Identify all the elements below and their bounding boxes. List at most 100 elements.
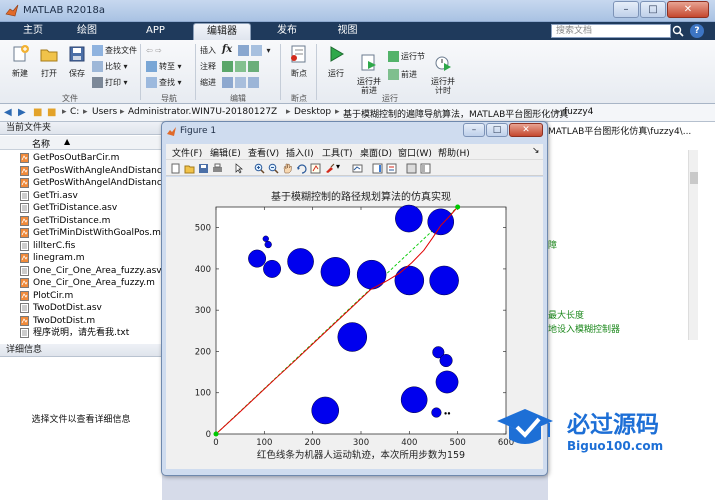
nav-back-forward[interactable]: ⇦ ⇨ bbox=[146, 44, 162, 57]
run-play-icon bbox=[330, 46, 344, 62]
editor-scrollbar[interactable] bbox=[688, 150, 698, 340]
tab-view[interactable]: 视图 bbox=[320, 23, 375, 40]
open-button[interactable]: 打开 bbox=[36, 44, 62, 79]
breadcrumb-fuzzy4[interactable]: fuzzy4 bbox=[564, 107, 593, 117]
menu-window[interactable]: 窗口(W) bbox=[398, 146, 432, 159]
tab-plots[interactable]: 绘图 bbox=[62, 23, 112, 40]
show-plot-tools-icon[interactable] bbox=[420, 163, 431, 174]
link-plot-icon[interactable] bbox=[352, 163, 363, 174]
new-figure-icon[interactable] bbox=[170, 163, 181, 174]
group-label-file: 文件 bbox=[62, 94, 78, 103]
file-row[interactable]: GetTriMinDistWithGoalPos.m bbox=[0, 227, 162, 239]
file-row[interactable]: TwoDotDist.m bbox=[0, 315, 162, 327]
goto-button[interactable]: 转至 ▾ bbox=[146, 60, 182, 73]
brush-icon[interactable] bbox=[324, 163, 335, 174]
obstacle-circle bbox=[320, 257, 351, 287]
zoom-in-icon[interactable] bbox=[254, 163, 265, 174]
print-icon bbox=[92, 77, 103, 88]
save-button[interactable]: 保存 bbox=[64, 44, 90, 79]
back-arrow-icon[interactable]: ◀ bbox=[4, 107, 16, 119]
breakpoints-button[interactable]: 断点 bbox=[286, 44, 312, 79]
file-row[interactable]: GetTriDistance.asv bbox=[0, 202, 162, 214]
search-input[interactable]: 搜索文档 bbox=[551, 24, 671, 38]
file-row[interactable]: GetPosOutBarCir.m bbox=[0, 152, 162, 164]
save-figure-icon[interactable] bbox=[198, 163, 209, 174]
run-button[interactable]: 运行 bbox=[322, 44, 350, 79]
figure-close-button[interactable]: ✕ bbox=[509, 123, 543, 137]
tab-publish[interactable]: 发布 bbox=[262, 23, 312, 40]
brush-dropdown-icon[interactable]: ▾ bbox=[336, 162, 340, 171]
file-txt-icon bbox=[20, 328, 29, 338]
menu-edit[interactable]: 编辑(E) bbox=[210, 146, 241, 159]
run-section-button[interactable]: 运行节 bbox=[388, 50, 425, 63]
scrollbar-thumb[interactable] bbox=[690, 172, 698, 184]
print-button[interactable]: 打印 ▾ bbox=[92, 76, 128, 89]
tab-editor[interactable]: 编辑器 bbox=[193, 23, 251, 40]
menu-file[interactable]: 文件(F) bbox=[172, 146, 202, 159]
breadcrumb-drive[interactable]: C: bbox=[70, 107, 79, 117]
hide-plot-tools-icon[interactable] bbox=[406, 163, 417, 174]
file-row[interactable]: GetTri.asv bbox=[0, 190, 162, 202]
zoom-out-icon[interactable] bbox=[268, 163, 279, 174]
compare-icon bbox=[92, 61, 103, 72]
close-button[interactable]: ✕ bbox=[667, 1, 709, 18]
menu-help[interactable]: 帮助(H) bbox=[438, 146, 470, 159]
obstacle-circle bbox=[435, 370, 459, 394]
file-row[interactable]: TwoDotDist.asv bbox=[0, 302, 162, 314]
breadcrumb-users[interactable]: Users bbox=[92, 107, 117, 117]
compare-button[interactable]: 比较 ▾ bbox=[92, 60, 128, 73]
advance-button[interactable]: 前进 bbox=[388, 68, 417, 81]
open-file-icon[interactable] bbox=[184, 163, 195, 174]
breadcrumb-desktop[interactable]: Desktop bbox=[294, 107, 331, 117]
file-row[interactable]: GetPosWithAngelAndDistance.m bbox=[0, 177, 179, 189]
find-file-button[interactable]: 查找文件 bbox=[92, 44, 137, 57]
forward-arrow-icon[interactable]: ▶ bbox=[18, 107, 30, 119]
menu-desktop[interactable]: 桌面(D) bbox=[360, 146, 392, 159]
edit-tool-icons-row3[interactable] bbox=[222, 76, 261, 89]
breadcrumb-user[interactable]: Administrator.WIN7U-20180127Z bbox=[128, 107, 277, 117]
menu-view[interactable]: 查看(V) bbox=[248, 146, 279, 159]
insert-button[interactable]: 插入 bbox=[200, 44, 216, 57]
up-folder-icon[interactable]: ■ bbox=[33, 107, 45, 119]
file-row[interactable]: PlotCir.m bbox=[0, 290, 162, 302]
find-button[interactable]: 查找 ▾ bbox=[146, 76, 182, 89]
insert-legend-icon[interactable] bbox=[386, 163, 397, 174]
file-row[interactable]: lillterC.fis bbox=[0, 240, 162, 252]
insert-colorbar-icon[interactable] bbox=[372, 163, 383, 174]
breadcrumb-project[interactable]: 基于模糊控制的遍障导航算法，MATLAB平台图形化仿真 bbox=[343, 107, 568, 120]
menu-tools[interactable]: 工具(T) bbox=[322, 146, 353, 159]
file-row[interactable]: 程序说明，请先看我.txt bbox=[0, 327, 162, 339]
search-icon[interactable] bbox=[672, 25, 684, 37]
data-cursor-icon[interactable] bbox=[310, 163, 321, 174]
file-row[interactable]: One_Cir_One_Area_fuzzy.asv bbox=[0, 265, 162, 277]
menu-insert[interactable]: 插入(I) bbox=[286, 146, 314, 159]
maximize-button[interactable]: □ bbox=[640, 1, 666, 18]
help-icon[interactable]: ? bbox=[690, 24, 704, 38]
edit-tool-icons-row1[interactable]: ▾ bbox=[238, 44, 271, 57]
new-button[interactable]: 新建 bbox=[6, 44, 34, 79]
x-axis-label: 红色线条为机器人运动轨迹，本次所用步数为159 bbox=[257, 449, 465, 461]
fx-button[interactable]: fx bbox=[222, 43, 232, 56]
pointer-icon[interactable] bbox=[234, 163, 245, 174]
file-row[interactable]: One_Cir_One_Area_fuzzy.m bbox=[0, 277, 162, 289]
rotate-3d-icon[interactable] bbox=[296, 163, 307, 174]
ribbon-separator bbox=[280, 44, 281, 100]
file-row[interactable]: GetTriDistance.m bbox=[0, 215, 162, 227]
increase-indent-icon bbox=[248, 77, 259, 88]
tab-home[interactable]: 主页 bbox=[8, 23, 58, 40]
pan-hand-icon[interactable] bbox=[282, 163, 293, 174]
indent-button[interactable]: 缩进 bbox=[200, 76, 216, 89]
small-marker bbox=[447, 412, 451, 415]
figure-maximize-button[interactable]: □ bbox=[486, 123, 508, 137]
menu-undock-icon[interactable]: ↘ bbox=[532, 146, 540, 156]
figure-minimize-button[interactable]: – bbox=[463, 123, 485, 137]
file-row[interactable]: GetPosWithAngleAndDistance.... bbox=[0, 165, 179, 177]
edit-tool-icons-row2[interactable] bbox=[222, 60, 261, 73]
tab-apps[interactable]: APP bbox=[128, 23, 183, 40]
minimize-button[interactable]: – bbox=[613, 1, 639, 18]
comment-button[interactable]: 注释 bbox=[200, 60, 216, 73]
file-row[interactable]: linegram.m bbox=[0, 252, 162, 264]
column-header-name[interactable]: 名称 ▲ bbox=[0, 136, 162, 150]
print-figure-icon[interactable] bbox=[212, 163, 223, 174]
browse-folder-icon[interactable]: ■ bbox=[47, 107, 59, 119]
